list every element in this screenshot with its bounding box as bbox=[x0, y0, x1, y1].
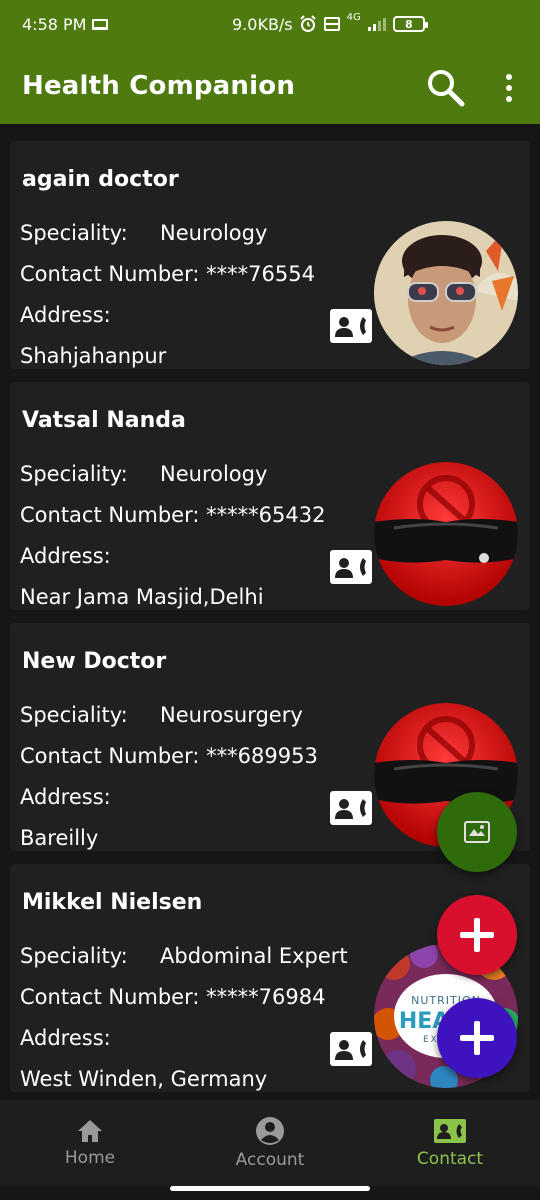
no-entry-placeholder-icon bbox=[374, 462, 518, 606]
volte-icon bbox=[323, 17, 340, 31]
network-type: 4G bbox=[346, 12, 361, 23]
speciality-label: Speciality: bbox=[20, 462, 128, 486]
bottom-navigation: Home Account Contact bbox=[0, 1100, 540, 1186]
doctor-card[interactable]: again doctor Speciality: Neurology Conta… bbox=[10, 141, 530, 369]
address-value: Bareilly bbox=[20, 826, 99, 850]
map-fab-button[interactable] bbox=[437, 792, 517, 872]
speciality-row: Speciality: Neurosurgery bbox=[20, 703, 303, 727]
menu-dot-icon bbox=[506, 85, 512, 91]
status-bar: 4:58 PM 9.0KB/s 4G 8 bbox=[0, 0, 540, 48]
contact-phone-icon bbox=[335, 558, 366, 578]
search-button[interactable] bbox=[424, 66, 468, 110]
speciality-value: Abdominal Expert bbox=[160, 944, 348, 968]
add-doctor-button[interactable] bbox=[437, 895, 517, 975]
speciality-value: Neurology bbox=[160, 221, 268, 245]
address-label: Address: bbox=[20, 1026, 111, 1050]
add-contact-button[interactable] bbox=[437, 998, 517, 1078]
status-left: 4:58 PM bbox=[22, 14, 109, 34]
person-photo-icon bbox=[374, 221, 518, 365]
contact-phone-icon bbox=[335, 1040, 366, 1060]
doctor-avatar bbox=[374, 221, 518, 365]
speciality-row: Speciality: Abdominal Expert bbox=[20, 944, 348, 968]
plus-icon bbox=[460, 918, 494, 952]
battery-level: 8 bbox=[404, 17, 413, 31]
doctor-name: Vatsal Nanda bbox=[22, 408, 186, 433]
doctor-name: again doctor bbox=[22, 167, 179, 192]
doctor-name: New Doctor bbox=[22, 649, 167, 674]
map-icon bbox=[464, 821, 490, 843]
contact-row: Contact Number: ****76554 bbox=[20, 262, 315, 286]
contact-value: ****76554 bbox=[206, 262, 315, 286]
speciality-row: Speciality: Neurology bbox=[20, 462, 267, 486]
menu-dot-icon bbox=[506, 96, 512, 102]
contact-label: Contact Number: bbox=[20, 985, 200, 1009]
address-value: Shahjahanpur bbox=[20, 344, 167, 368]
contact-phone-icon bbox=[335, 317, 366, 337]
speciality-value: Neurosurgery bbox=[160, 703, 303, 727]
contact-card-button[interactable] bbox=[330, 309, 372, 343]
contact-label: Contact Number: bbox=[20, 503, 200, 527]
doctor-card[interactable]: Vatsal Nanda Speciality: Neurology Conta… bbox=[10, 382, 530, 610]
laptop-icon bbox=[92, 18, 109, 30]
nav-item-account[interactable]: Account bbox=[180, 1100, 360, 1186]
status-net-speed: 9.0KB/s bbox=[232, 14, 293, 34]
nav-item-home[interactable]: Home bbox=[0, 1100, 180, 1186]
contact-row: Contact Number: ***689953 bbox=[20, 744, 318, 768]
overflow-menu-button[interactable] bbox=[494, 68, 524, 108]
doctor-name: Mikkel Nielsen bbox=[22, 890, 203, 915]
address-label: Address: bbox=[20, 544, 111, 568]
contact-label: Contact Number: bbox=[20, 262, 200, 286]
speciality-value: Neurology bbox=[160, 462, 268, 486]
plus-icon bbox=[460, 1021, 494, 1055]
gesture-bar bbox=[170, 1186, 370, 1191]
contact-phone-icon bbox=[335, 799, 366, 819]
home-icon bbox=[78, 1120, 102, 1142]
contact-value: *****65432 bbox=[206, 503, 326, 527]
speciality-label: Speciality: bbox=[20, 944, 128, 968]
contact-card-button[interactable] bbox=[330, 1032, 372, 1066]
signal-icon bbox=[367, 18, 386, 31]
status-center: 9.0KB/s 4G 8 bbox=[232, 0, 428, 48]
contact-row: Contact Number: *****65432 bbox=[20, 503, 325, 527]
speciality-row: Speciality: Neurology bbox=[20, 221, 267, 245]
contact-card-button[interactable] bbox=[330, 791, 372, 825]
app-bar: Health Companion bbox=[0, 48, 540, 124]
address-value: Near Jama Masjid,Delhi bbox=[20, 585, 264, 609]
nav-label-contact: Contact bbox=[416, 1149, 484, 1169]
account-circle-icon bbox=[256, 1117, 284, 1145]
alarm-icon bbox=[299, 15, 316, 32]
status-time: 4:58 PM bbox=[22, 14, 87, 34]
contact-card-button[interactable] bbox=[330, 550, 372, 584]
contact-label: Contact Number: bbox=[20, 744, 200, 768]
contact-value: *****76984 bbox=[206, 985, 326, 1009]
menu-dot-icon bbox=[506, 74, 512, 80]
nav-item-contact[interactable]: Contact bbox=[360, 1100, 540, 1186]
contact-value: ***689953 bbox=[206, 744, 318, 768]
nav-label-home: Home bbox=[64, 1148, 116, 1168]
battery-icon: 8 bbox=[392, 16, 428, 32]
search-icon bbox=[428, 70, 465, 107]
address-label: Address: bbox=[20, 785, 111, 809]
app-title: Health Companion bbox=[22, 71, 296, 101]
address-value: West Winden, Germany bbox=[20, 1067, 268, 1091]
contact-card-icon bbox=[434, 1119, 466, 1143]
nav-label-account: Account bbox=[235, 1150, 305, 1170]
contact-row: Contact Number: *****76984 bbox=[20, 985, 325, 1009]
speciality-label: Speciality: bbox=[20, 221, 128, 245]
address-label: Address: bbox=[20, 303, 111, 327]
speciality-label: Speciality: bbox=[20, 703, 128, 727]
doctor-avatar bbox=[374, 462, 518, 606]
